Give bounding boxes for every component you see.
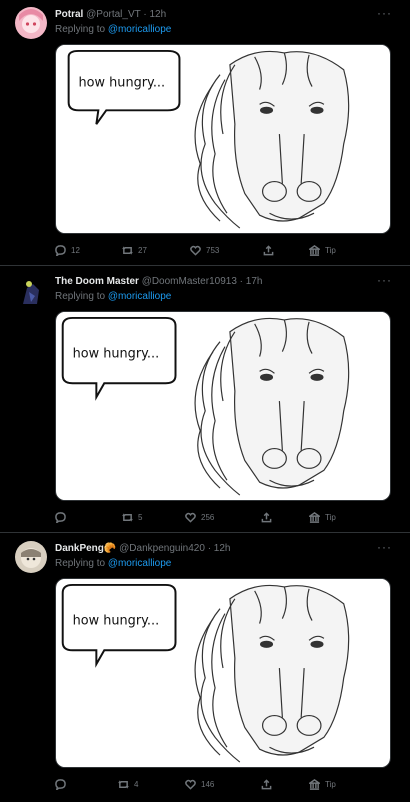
bubble-text: how hungry... [73,347,160,362]
tweet-header: The Doom Master @DoomMaster10913 · 17h [55,276,262,287]
tip-icon [309,511,320,523]
like-count: 753 [206,245,220,255]
replying-to: Replying to @moricalliope [55,558,171,569]
tweet-header: Potral @Portal_VT · 12h [55,9,166,20]
reply-icon [55,244,66,256]
replying-to: Replying to @moricalliope [55,291,171,302]
retweet-button[interactable]: 27 [122,243,147,257]
reply-count: 12 [71,245,80,255]
retweet-count: 4 [134,779,139,789]
retweet-button[interactable]: 5 [122,510,142,524]
display-name[interactable]: Potral [55,9,83,20]
tweet-image[interactable]: how hungry... [55,44,391,234]
user-handle[interactable]: @Portal_VT [86,9,140,20]
tweet-3[interactable]: DankPeng🥐 @Dankpenguin420 · 12h Replying… [0,534,410,802]
avatar[interactable] [15,274,47,306]
tip-label: Tip [325,512,336,522]
avatar[interactable] [15,7,47,39]
share-button[interactable] [263,243,274,257]
like-count: 146 [201,779,215,789]
more-icon[interactable]: ··· [377,540,392,554]
replying-label: Replying to [55,24,106,35]
horse-meme-image: how hungry... [56,312,390,500]
timestamp[interactable]: · 12h [143,9,166,20]
tip-button[interactable]: Tip [309,243,336,257]
retweet-icon [118,779,129,789]
reply-button[interactable]: 12 [55,243,80,257]
horse-meme-image: how hungry... [56,579,390,767]
share-button[interactable] [261,777,272,791]
tweet-image[interactable]: how hungry... [55,311,391,501]
tweet-1[interactable]: Potral @Portal_VT · 12h Replying to @mor… [0,0,410,266]
action-bar: 5 256 Tip [55,510,391,524]
reply-icon [55,778,66,790]
action-bar: 12 27 753 Tip [55,243,391,257]
tip-icon [309,244,320,256]
user-handle[interactable]: @DoomMaster10913 [142,276,237,287]
like-icon [190,245,201,256]
tip-button[interactable]: Tip [309,510,336,524]
more-icon[interactable]: ··· [377,6,392,20]
like-button[interactable]: 753 [190,243,219,257]
action-bar: 4 146 Tip [55,777,391,791]
replying-label: Replying to [55,291,106,302]
tweet-header: DankPeng🥐 @Dankpenguin420 · 12h [55,543,231,554]
reply-button[interactable] [55,510,71,524]
reply-icon [55,511,66,523]
retweet-button[interactable]: 4 [118,777,138,791]
bubble-text: how hungry... [79,76,166,91]
mention-link[interactable]: @moricalliope [108,24,172,35]
tip-button[interactable]: Tip [309,777,336,791]
retweet-icon [122,245,133,255]
bubble-text: how hungry... [73,614,160,629]
reply-button[interactable] [55,777,71,791]
avatar[interactable] [15,541,47,573]
display-name[interactable]: DankPeng🥐 [55,543,116,554]
share-button[interactable] [261,510,272,524]
replying-to: Replying to @moricalliope [55,24,171,35]
like-button[interactable]: 146 [185,777,214,791]
tweet-image[interactable]: how hungry... [55,578,391,768]
timestamp[interactable]: · 12h [208,543,231,554]
share-icon [261,511,272,522]
tip-label: Tip [325,779,336,789]
user-handle[interactable]: @Dankpenguin420 [119,543,205,554]
retweet-icon [122,512,133,522]
retweet-count: 5 [138,512,143,522]
tweet-2[interactable]: The Doom Master @DoomMaster10913 · 17h R… [0,267,410,533]
share-icon [261,778,272,789]
like-icon [185,779,196,790]
display-name[interactable]: The Doom Master [55,276,139,287]
more-icon[interactable]: ··· [377,273,392,287]
like-count: 256 [201,512,215,522]
timestamp[interactable]: · 17h [240,276,263,287]
horse-meme-image: how hungry... [56,45,390,233]
mention-link[interactable]: @moricalliope [108,558,172,569]
like-button[interactable]: 256 [185,510,214,524]
tip-label: Tip [325,245,336,255]
mention-link[interactable]: @moricalliope [108,291,172,302]
like-icon [185,512,196,523]
tip-icon [309,778,320,790]
replying-label: Replying to [55,558,106,569]
share-icon [263,244,274,255]
retweet-count: 27 [138,245,147,255]
